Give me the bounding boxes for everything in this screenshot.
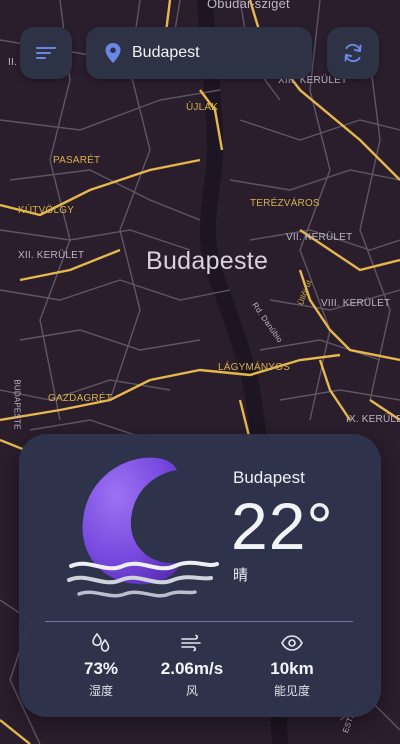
search-value: Budapest — [132, 44, 200, 61]
weather-card: Budapest 22° 晴 73% 湿度 2.06m/s 风 10km 能见度 — [19, 434, 381, 717]
stat-humidity-value: 73% — [83, 659, 119, 678]
card-divider — [45, 621, 353, 622]
map-label-terezvaros: TERÉZVÁROS — [250, 198, 320, 209]
map-label-obuda: Óbudai-sziget — [207, 0, 290, 11]
visibility-eye-icon — [281, 635, 303, 651]
map-label-budapeste-road: BUDAPESTE — [12, 379, 22, 430]
location-search-field[interactable]: Budapest — [86, 27, 312, 79]
map-label-pasaret: PASARÉT — [53, 155, 101, 166]
stat-wind-label: 风 — [185, 684, 198, 698]
stat-wind-value: 2.06m/s — [160, 659, 224, 678]
map-city-label: Budapeste — [146, 247, 269, 275]
map-label-xii: XII. KERÜLET — [18, 250, 85, 261]
wind-icon — [181, 634, 201, 652]
map-label-ujlak: ÚJLAK — [186, 102, 219, 113]
refresh-icon — [344, 43, 362, 63]
refresh-button[interactable] — [327, 27, 379, 79]
map-label-vii: VII. KERÜLET — [286, 232, 353, 243]
stat-humidity-label: 湿度 — [88, 684, 113, 698]
map-label-kutvolgy: KÚTVÖLGY — [18, 205, 75, 216]
location-pin-icon — [105, 43, 121, 63]
weather-condition: 晴 — [233, 567, 249, 584]
map-label-gazdagret: GAZDAGRÉT — [48, 393, 113, 404]
menu-lines-icon — [36, 47, 56, 59]
humidity-drops-icon — [92, 632, 110, 652]
stat-humidity: 73% 湿度 — [51, 632, 151, 699]
moon-waves-icon — [67, 457, 219, 598]
map-label-ix: IX. KERÜLET — [346, 414, 400, 425]
weather-location: Budapest — [233, 468, 305, 487]
stat-visibility-value: 10km — [270, 659, 314, 678]
map-label-lagymanyos: LÁGYMÁNYOS — [218, 362, 291, 373]
map-label-viii: VIII. KERÜLET — [321, 298, 391, 309]
stat-visibility-label: 能见度 — [273, 684, 310, 698]
stat-visibility: 10km 能见度 — [242, 632, 342, 699]
weather-temperature: 22° — [231, 489, 334, 563]
menu-button[interactable] — [20, 27, 72, 79]
map-label-ii: II. — [8, 57, 17, 68]
stat-wind: 2.06m/s 风 — [142, 632, 242, 699]
